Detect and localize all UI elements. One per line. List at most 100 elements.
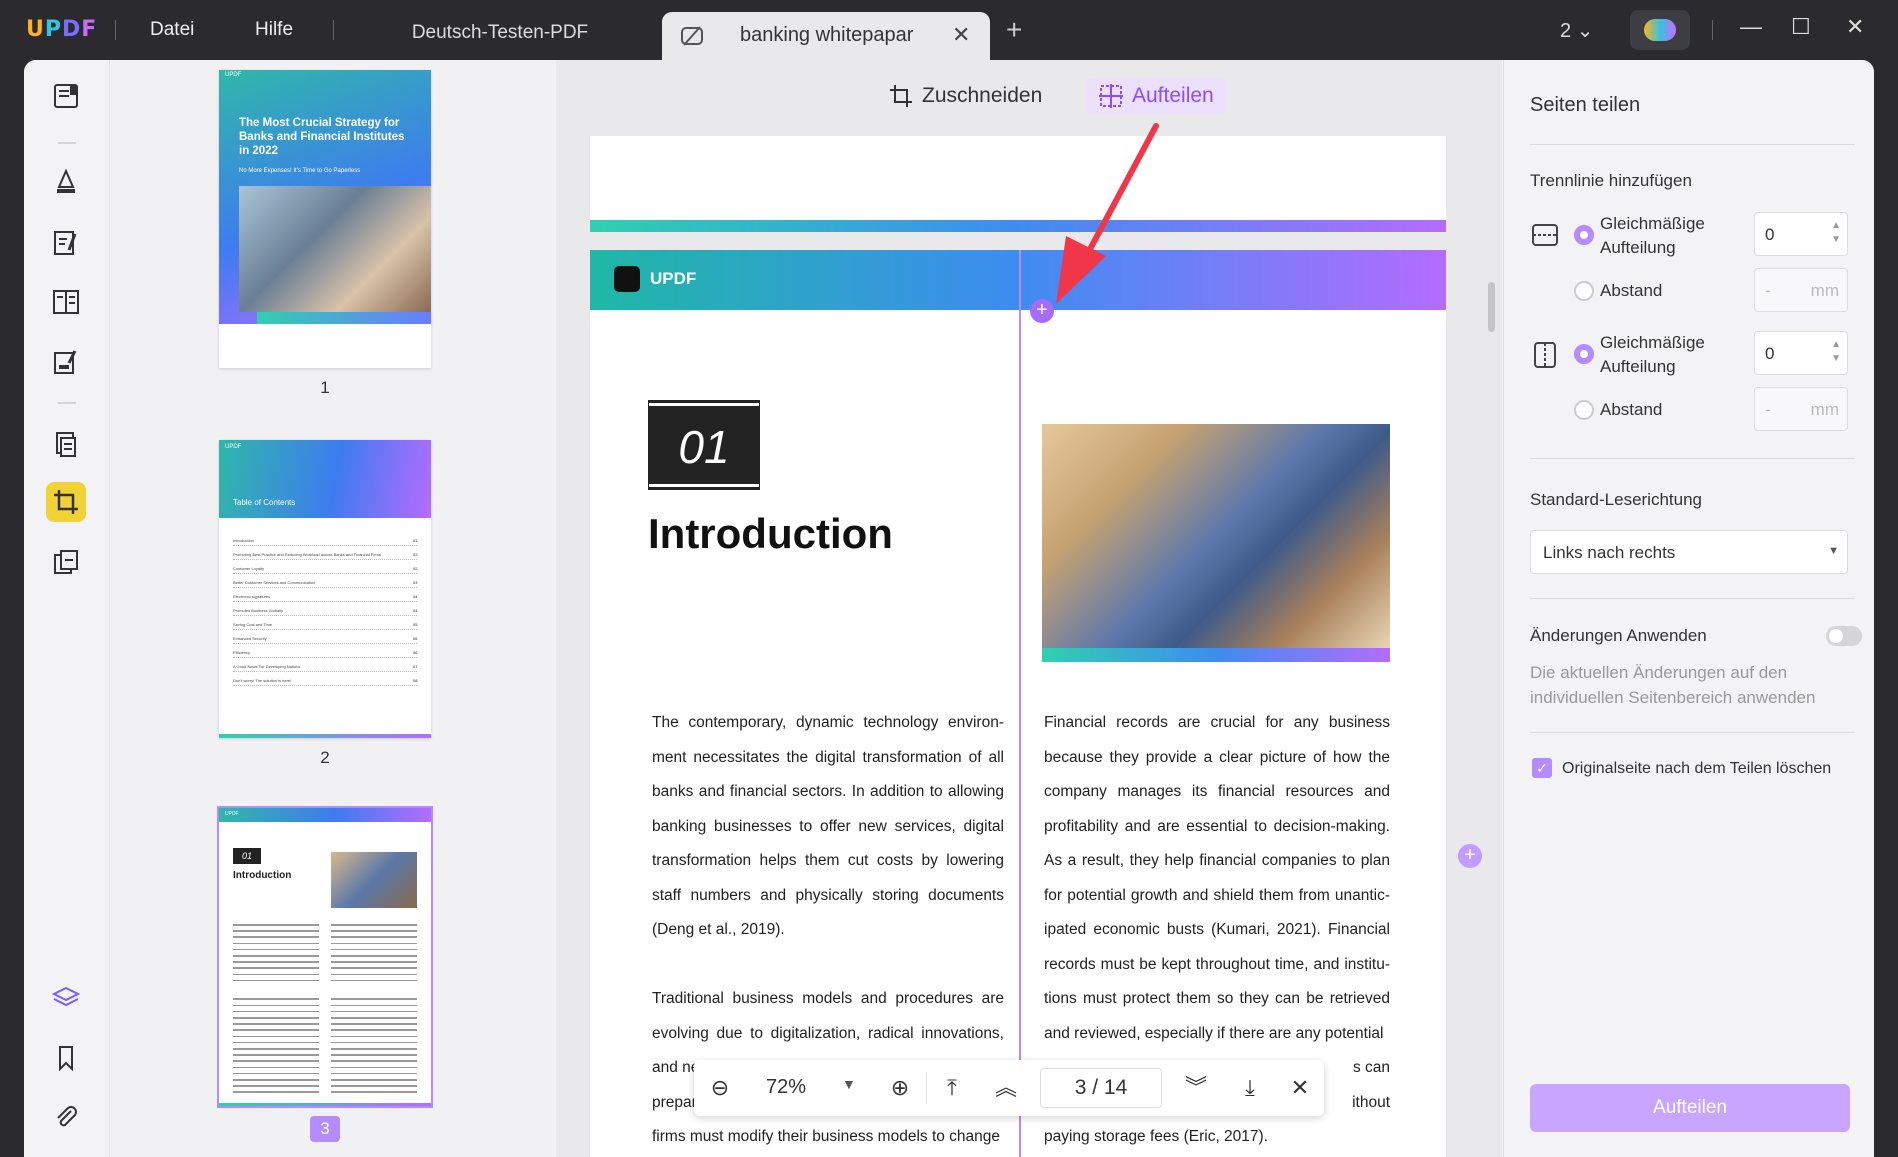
- text-line: [331, 967, 417, 969]
- brand-logo-icon: [614, 266, 640, 292]
- horizontal-even-radio[interactable]: [1574, 225, 1594, 245]
- vertical-split-icon: [1534, 342, 1556, 368]
- horizontal-split-icon: [1532, 224, 1558, 246]
- text-line: [331, 961, 417, 963]
- text-line: [233, 942, 319, 945]
- split-page-icon: [1099, 84, 1123, 108]
- spacing-placeholder: -: [1765, 400, 1771, 419]
- text-line: [331, 1023, 417, 1025]
- toc-entry: Promoting Best Practice and Reducing Wor…: [233, 552, 417, 560]
- split-tool-button[interactable]: Aufteilen: [1086, 78, 1226, 114]
- next-page-icon[interactable]: ︾: [1182, 1074, 1210, 1102]
- current-page: UPDF 01 Introduction The contemporary, d…: [590, 250, 1446, 1157]
- apply-changes-label: Änderungen Anwenden: [1530, 626, 1707, 645]
- organize-icon[interactable]: [46, 282, 86, 322]
- apply-changes-toggle[interactable]: [1826, 626, 1862, 646]
- thumbnail-page-1[interactable]: UPDF The Most Crucial Strategy for Banks…: [219, 70, 431, 368]
- vertical-scrollbar[interactable]: [1488, 282, 1495, 332]
- previous-page-icon[interactable]: ︽: [992, 1074, 1020, 1102]
- text-line: [331, 1010, 417, 1013]
- split-tool-label: Aufteilen: [1132, 84, 1214, 107]
- spacing-placeholder: -: [1765, 281, 1771, 300]
- page-header-banner: [590, 250, 1446, 310]
- vertical-even-radio[interactable]: [1574, 344, 1594, 364]
- text-line: [331, 1017, 417, 1019]
- page-number-box[interactable]: 3 / 14: [1040, 1068, 1162, 1108]
- close-tab-icon[interactable]: ✕: [952, 22, 970, 48]
- text-line: [331, 948, 417, 951]
- crop-tool-button[interactable]: Zuschneiden: [876, 78, 1054, 114]
- thumbnail-panel: UPDF The Most Crucial Strategy for Banks…: [111, 60, 555, 1157]
- horizontal-spacing-radio[interactable]: [1574, 281, 1594, 301]
- cover-bar: [257, 312, 431, 324]
- stepper-icon[interactable]: ▲ ▼: [1831, 219, 1841, 247]
- minimize-icon[interactable]: —: [1740, 14, 1762, 40]
- menu-hilfe[interactable]: Hilfe: [255, 19, 293, 41]
- form-icon[interactable]: [46, 342, 86, 382]
- maximize-icon[interactable]: ☐: [1791, 14, 1811, 40]
- window-count[interactable]: 2 ⌄: [1560, 18, 1593, 43]
- toc-page-number: 05: [413, 622, 418, 627]
- tab-banking-whitepapar[interactable]: banking whitepapar ✕: [662, 12, 990, 60]
- vertical-count-input[interactable]: 0 ▲ ▼: [1754, 331, 1848, 375]
- close-navbar-icon[interactable]: ✕: [1286, 1074, 1314, 1102]
- text-line: [233, 998, 319, 1000]
- reader-icon[interactable]: [46, 76, 86, 116]
- split-button[interactable]: Aufteilen: [1530, 1084, 1850, 1132]
- menu-datei[interactable]: Datei: [150, 19, 194, 41]
- delete-original-checkbox[interactable]: ✓: [1532, 758, 1552, 778]
- text-line: [331, 942, 417, 945]
- paragraph: paying storage fees (Eric, 2017).: [1044, 1128, 1269, 1145]
- tab-deutsch-testen[interactable]: Deutsch-Testen-PDF: [380, 22, 620, 44]
- convert-icon[interactable]: [46, 424, 86, 464]
- new-tab-icon[interactable]: +: [1006, 14, 1022, 46]
- layers-icon[interactable]: [46, 978, 86, 1018]
- current-page-input[interactable]: 3: [1075, 1076, 1087, 1099]
- bookmark-icon[interactable]: [46, 1038, 86, 1078]
- divider: [115, 20, 116, 40]
- first-page-icon[interactable]: ⤒: [938, 1074, 966, 1102]
- title-bar: UPDF Datei Hilfe Deutsch-Testen-PDF bank…: [0, 0, 1898, 60]
- zoom-level[interactable]: 72%: [766, 1076, 806, 1099]
- text-line: [331, 1091, 417, 1093]
- zoom-dropdown-icon[interactable]: ▼: [842, 1076, 856, 1092]
- thumb-cover-subtitle: No More Expenses! It's Time to Go Paperl…: [239, 168, 361, 174]
- thumbnail-number-1: 1: [320, 378, 330, 397]
- toc-page-number: 06: [413, 636, 418, 641]
- text-line: [233, 1004, 319, 1007]
- horizontal-even-label: Gleichmäßige Aufteilung: [1600, 214, 1705, 257]
- thumb-cover-title: The Most Crucial Strategy for Banks and …: [239, 117, 405, 157]
- last-page-icon[interactable]: ⤓: [1236, 1074, 1264, 1102]
- thumbnail-page-3[interactable]: UPDF 01 Introduction: [217, 806, 433, 1108]
- vertical-even-label: Gleichmäßige Aufteilung: [1600, 333, 1705, 376]
- vertical-spacing-input[interactable]: - mm: [1754, 387, 1848, 431]
- toc-entry: Customer Loyalty: [233, 566, 417, 574]
- avatar[interactable]: [1630, 10, 1690, 50]
- text-line: [233, 1091, 319, 1093]
- add-split-line-icon[interactable]: +: [1458, 844, 1482, 868]
- horizontal-spacing-input[interactable]: - mm: [1754, 268, 1848, 312]
- combine-icon[interactable]: [46, 542, 86, 582]
- attachment-icon[interactable]: [46, 1098, 86, 1138]
- horizontal-count-input[interactable]: 0 ▲ ▼: [1754, 212, 1848, 256]
- crop-icon[interactable]: [46, 482, 86, 522]
- zoom-in-icon[interactable]: ⊕: [886, 1074, 914, 1102]
- unit-label: mm: [1810, 281, 1839, 300]
- comment-icon[interactable]: [46, 162, 86, 202]
- thumbnail-page-2[interactable]: UPDF Table of Contents Introduction 01 Pro…: [219, 440, 431, 738]
- edit-icon[interactable]: [46, 223, 86, 263]
- delete-original-label: Originalseite nach dem Teilen löschen: [1562, 760, 1832, 777]
- zoom-out-icon[interactable]: ⊖: [706, 1074, 734, 1102]
- toc-entry: Introduction: [233, 538, 417, 546]
- toc-page-number: 02: [413, 566, 418, 571]
- close-window-icon[interactable]: ✕: [1846, 14, 1864, 40]
- toc-entry: Efficiency: [233, 650, 417, 658]
- app-logo: UPDF: [26, 17, 98, 42]
- vertical-split-line[interactable]: [1019, 250, 1021, 1157]
- text-line: [233, 930, 319, 932]
- vertical-spacing-radio[interactable]: [1574, 400, 1594, 420]
- vertical-count-value: 0: [1765, 344, 1775, 363]
- stepper-icon[interactable]: ▲ ▼: [1831, 338, 1841, 366]
- reading-direction-select[interactable]: Links nach rechts ▼: [1530, 530, 1848, 574]
- text-line: [331, 1060, 417, 1062]
